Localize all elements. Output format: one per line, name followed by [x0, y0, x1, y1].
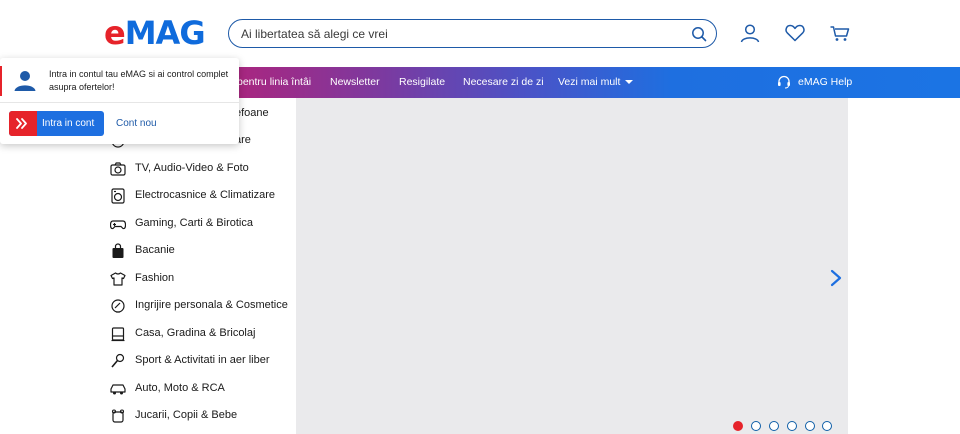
category-label: Jucarii, Copii & Bebe — [135, 409, 238, 421]
cosmetics-icon — [111, 299, 125, 313]
emag-logo[interactable]: eMAG — [104, 14, 206, 52]
category-label: Sport & Activitati in aer liber — [135, 354, 270, 366]
category-item[interactable]: Electrocasnice & Climatizare — [104, 182, 296, 209]
category-item[interactable]: Casa, Gradina & Bricolaj — [104, 320, 296, 347]
heart-icon[interactable] — [784, 23, 806, 43]
washing-machine-icon — [111, 188, 125, 204]
category-item[interactable]: Sport & Activitati in aer liber — [104, 347, 296, 374]
nav-item-newsletter[interactable]: Newsletter — [330, 67, 380, 98]
logo-mag: MAG — [124, 14, 206, 52]
header: eMAG — [0, 0, 960, 67]
carousel-dot[interactable] — [751, 421, 761, 431]
category-label: efoane — [235, 107, 269, 119]
new-account-link[interactable]: Cont nou — [116, 111, 157, 136]
user-avatar-icon — [14, 71, 36, 91]
headset-icon — [778, 75, 790, 89]
category-item[interactable]: Fashion — [104, 265, 296, 292]
nav-item-vezi-mai-mult[interactable]: Vezi mai mult — [558, 67, 634, 98]
toys-icon — [111, 409, 125, 423]
popover-message: Intra in contul tau eMAG si ai control c… — [49, 69, 229, 92]
category-label: Gaming, Carti & Birotica — [135, 217, 253, 229]
category-item[interactable]: Bacanie — [104, 237, 296, 264]
nav-item-resigilate[interactable]: Resigilate — [399, 67, 445, 98]
logo-e: e — [104, 14, 126, 52]
nav-item-necesare[interactable]: Necesare zi de zi — [463, 67, 544, 98]
category-sidebar: efoane are TV, Audio-Video & Foto Electr… — [104, 98, 296, 434]
search-input[interactable] — [241, 24, 681, 44]
sport-icon — [111, 353, 125, 368]
shopping-bag-icon — [112, 243, 124, 258]
category-item[interactable]: Jucarii, Copii & Bebe — [104, 402, 296, 429]
nav-item-help[interactable]: eMAG Help — [798, 67, 852, 98]
camera-icon — [110, 162, 126, 176]
double-chevron-icon — [9, 111, 37, 136]
login-button-label: Intra in cont — [42, 118, 95, 129]
account-icon[interactable] — [739, 23, 761, 43]
home-icon — [111, 327, 125, 342]
category-item[interactable]: Ingrijire personala & Cosmetice — [104, 292, 296, 319]
category-label: Fashion — [135, 272, 175, 284]
carousel-dot[interactable] — [769, 421, 779, 431]
cart-icon[interactable] — [829, 23, 851, 43]
login-button[interactable]: Intra in cont — [9, 111, 104, 136]
nav-item-vezi-label: Vezi mai mult — [558, 76, 621, 88]
carousel-next-icon[interactable] — [829, 268, 843, 288]
login-popover: Intra in contul tau eMAG si ai control c… — [0, 58, 239, 144]
category-item[interactable]: Gaming, Carti & Birotica — [104, 210, 296, 237]
nav-item-linia-intai[interactable]: pentru linia întâi — [237, 67, 311, 98]
category-label: Auto, Moto & RCA — [135, 382, 225, 394]
category-label: Bacanie — [135, 244, 175, 256]
category-label: Casa, Gradina & Bricolaj — [135, 327, 256, 339]
car-icon — [110, 384, 126, 395]
caret-down-icon — [625, 80, 634, 85]
gamepad-icon — [110, 220, 126, 230]
category-item[interactable]: Auto, Moto & RCA — [104, 375, 296, 402]
category-label: TV, Audio-Video & Foto — [135, 162, 249, 174]
shirt-icon — [110, 272, 126, 286]
carousel-dot[interactable] — [822, 421, 832, 431]
category-label: Ingrijire personala & Cosmetice — [135, 299, 288, 311]
search-bar — [228, 19, 717, 48]
carousel-dot[interactable] — [733, 421, 743, 431]
divider — [0, 102, 239, 103]
category-label: Electrocasnice & Climatizare — [135, 189, 275, 201]
carousel-dot[interactable] — [805, 421, 815, 431]
search-icon[interactable] — [691, 26, 707, 42]
carousel-dot[interactable] — [787, 421, 797, 431]
category-item[interactable]: TV, Audio-Video & Foto — [104, 155, 296, 182]
